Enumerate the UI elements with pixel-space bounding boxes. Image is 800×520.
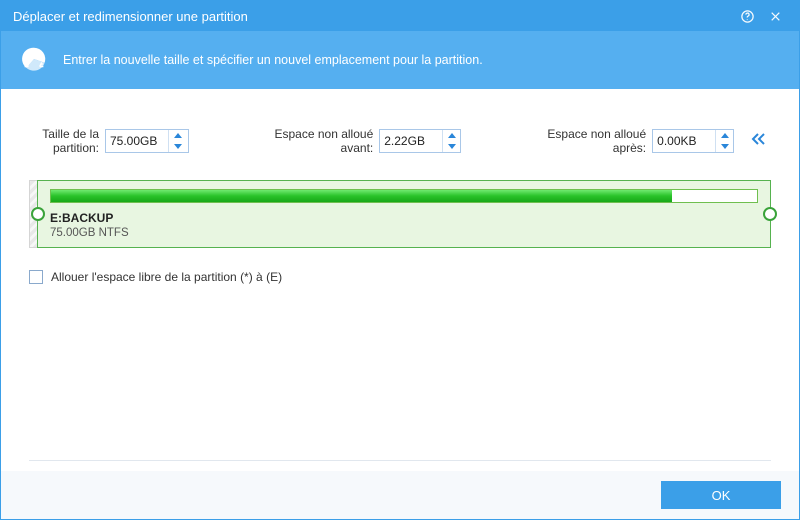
partition-size-down[interactable] — [169, 141, 186, 152]
ok-button[interactable]: OK — [661, 481, 781, 509]
dialog-window: Déplacer et redimensionner une partition… — [0, 0, 800, 520]
partition-name: E:BACKUP — [50, 211, 758, 225]
usage-fill — [51, 190, 672, 202]
allocate-free-space-row[interactable]: Allouer l'espace libre de la partition (… — [29, 270, 771, 284]
partition-hero-icon — [19, 44, 49, 77]
unallocated-after-input[interactable] — [653, 130, 715, 152]
label-unallocated-after: Espace non alloué après: — [518, 127, 646, 156]
partition-size-spinbox[interactable] — [105, 129, 189, 153]
label-unallocated-before: Espace non alloué avant: — [245, 127, 373, 156]
usage-bar — [50, 189, 758, 203]
content-area: Taille de la partition: Espace non allou… — [1, 89, 799, 471]
footer: OK — [1, 471, 799, 519]
unallocated-before-down[interactable] — [443, 141, 460, 152]
partition-meta: 75.00GB NTFS — [50, 227, 758, 239]
close-icon[interactable] — [761, 2, 789, 30]
allocate-free-space-label: Allouer l'espace libre de la partition (… — [51, 270, 282, 284]
window-title: Déplacer et redimensionner une partition — [13, 9, 733, 24]
unallocated-after-down[interactable] — [716, 141, 733, 152]
field-unallocated-after: Espace non alloué après: — [518, 127, 734, 156]
help-icon[interactable] — [733, 2, 761, 30]
partition-block[interactable]: E:BACKUP 75.00GB NTFS — [37, 180, 771, 248]
resize-handle-right[interactable] — [763, 207, 777, 221]
field-unallocated-before: Espace non alloué avant: — [245, 127, 461, 156]
unallocated-before-up[interactable] — [443, 130, 460, 141]
label-partition-size: Taille de la partition: — [29, 127, 99, 156]
unallocated-before-spinbox[interactable] — [379, 129, 461, 153]
allocate-free-space-checkbox[interactable] — [29, 270, 43, 284]
collapse-toggle[interactable] — [744, 127, 771, 151]
field-partition-size: Taille de la partition: — [29, 127, 189, 156]
unallocated-before-input[interactable] — [380, 130, 442, 152]
banner: Entrer la nouvelle taille et spécifier u… — [1, 31, 799, 89]
partition-diagram: E:BACKUP 75.00GB NTFS — [29, 180, 771, 248]
partition-size-input[interactable] — [106, 130, 168, 152]
unallocated-after-up[interactable] — [716, 130, 733, 141]
size-inputs-row: Taille de la partition: Espace non allou… — [29, 127, 771, 156]
footer-separator — [29, 460, 771, 461]
resize-handle-left[interactable] — [31, 207, 45, 221]
titlebar: Déplacer et redimensionner une partition — [1, 1, 799, 31]
partition-size-up[interactable] — [169, 130, 186, 141]
unallocated-after-spinbox[interactable] — [652, 129, 734, 153]
banner-text: Entrer la nouvelle taille et spécifier u… — [63, 53, 483, 67]
